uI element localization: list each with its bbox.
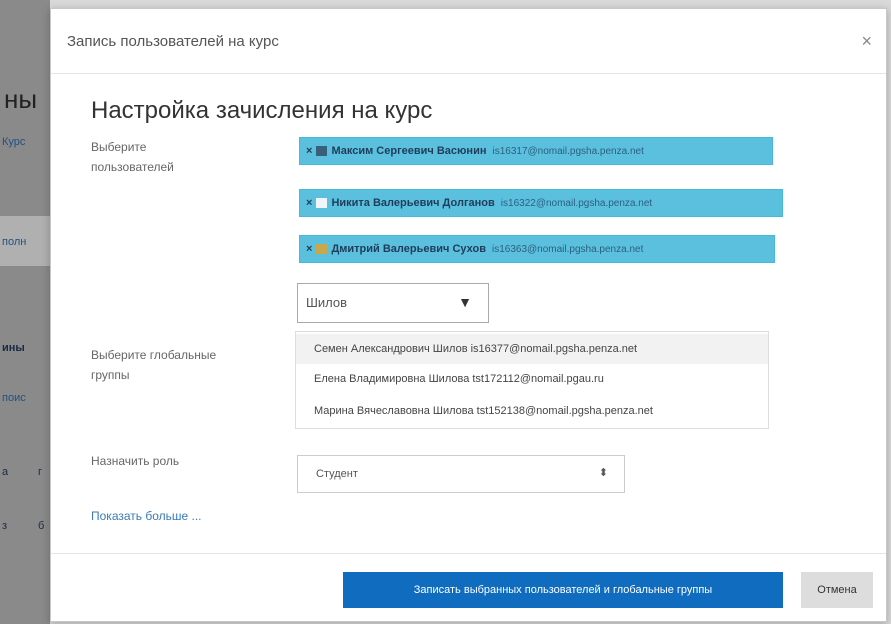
users-field-label: Выберите пользователей <box>91 140 174 174</box>
bg-text-fragment: ины <box>2 342 25 354</box>
show-more-link[interactable]: Показать больше ... <box>91 509 202 523</box>
avatar-icon <box>316 198 328 208</box>
user-search-box[interactable]: ▼ <box>297 283 489 323</box>
groups-field-label: Выберите глобальные группы <box>91 348 217 382</box>
enrol-submit-button[interactable]: Записать выбранных пользователей и глоба… <box>343 572 783 608</box>
modal-footer: Записать выбранных пользователей и глоба… <box>51 553 886 622</box>
remove-icon[interactable]: × <box>306 145 312 157</box>
bg-link-fragment-2: полн <box>2 236 27 248</box>
user-email: is16317@nomail.pgsha.penza.net <box>492 145 644 157</box>
role-field-label: Назначить роль <box>91 454 180 468</box>
user-name: Максим Сергеевич Васюнин <box>331 145 487 157</box>
bg-text-fragment-3: г <box>38 466 43 478</box>
chevron-down-icon[interactable]: ▼ <box>458 294 472 310</box>
cancel-button[interactable]: Отмена <box>801 572 873 608</box>
enrol-users-dialog: Запись пользователей на курс × Настройка… <box>50 8 887 622</box>
user-email: is16363@nomail.pgsha.penza.net <box>491 243 644 255</box>
modal-title: Запись пользователей на курс <box>67 33 279 50</box>
bg-link-fragment-3: поис <box>2 392 26 404</box>
suggestion-item[interactable]: Елена Владимировна Шилова tst172112@noma… <box>296 364 768 394</box>
bg-link-fragment: Курс <box>2 136 26 148</box>
bg-heading-fragment: ны <box>4 84 38 114</box>
user-search-input[interactable] <box>304 294 448 311</box>
page-title: Настройка зачисления на курс <box>91 97 433 124</box>
suggestion-item[interactable]: Семен Александрович Шилов is16377@nomail… <box>296 334 768 364</box>
role-select-value: Студент <box>316 468 358 480</box>
suggestion-item[interactable]: Марина Вячеславовна Шилова tst152138@nom… <box>296 396 768 426</box>
selected-user-chip[interactable]: × Никита Валерьевич Долганов is16322@nom… <box>299 189 783 217</box>
close-icon[interactable]: × <box>861 31 872 52</box>
bg-text-fragment-2: а <box>2 466 9 478</box>
selected-user-chip[interactable]: × Максим Сергеевич Васюнин is16317@nomai… <box>299 137 773 165</box>
avatar-icon <box>316 244 328 254</box>
selected-user-chip[interactable]: × Дмитрий Валерьевич Сухов is16363@nomai… <box>299 235 775 263</box>
role-select[interactable]: Студент ⬍ <box>297 455 625 493</box>
select-arrows-icon: ⬍ <box>598 467 608 479</box>
bg-text-fragment-4: з <box>2 520 8 532</box>
background-page: ны Курс полн ины поис а г з б <box>0 0 50 624</box>
user-name: Никита Валерьевич Долганов <box>331 197 495 209</box>
modal-header: Запись пользователей на курс × <box>51 9 886 74</box>
avatar-icon <box>316 146 328 156</box>
user-email: is16322@nomail.pgsha.penza.net <box>500 197 653 209</box>
user-name: Дмитрий Валерьевич Сухов <box>331 243 486 255</box>
bg-text-fragment-5: б <box>38 520 45 532</box>
suggestion-list: Семен Александрович Шилов is16377@nomail… <box>295 331 769 429</box>
remove-icon[interactable]: × <box>306 197 312 209</box>
remove-icon[interactable]: × <box>306 243 312 255</box>
